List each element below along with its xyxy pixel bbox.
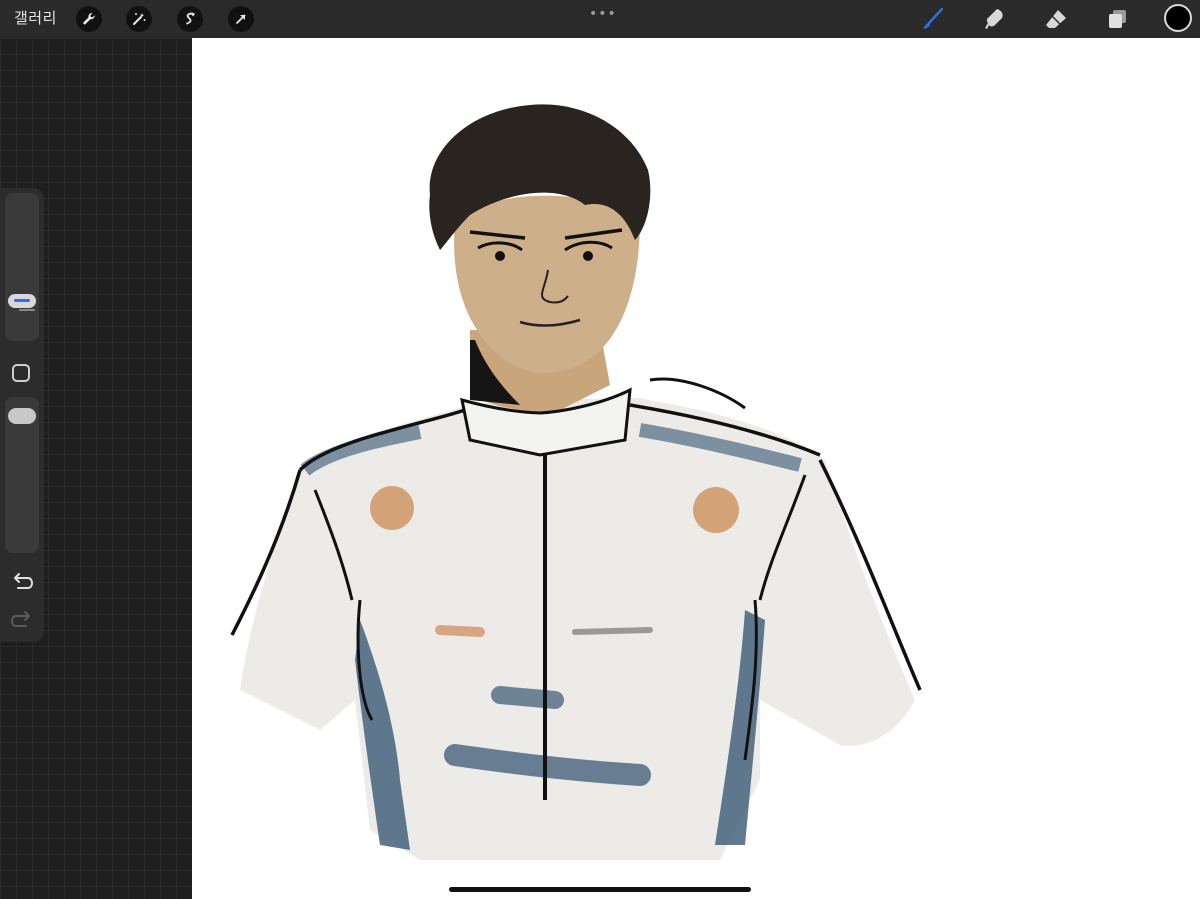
layers-icon[interactable]: [1102, 4, 1132, 34]
modify-button[interactable]: [12, 364, 30, 382]
opacity-slider[interactable]: [5, 397, 39, 553]
transform-arrow-icon[interactable]: [228, 6, 254, 32]
home-indicator[interactable]: [449, 887, 751, 892]
artwork-illustration: [230, 104, 922, 860]
brush-icon[interactable]: [918, 4, 948, 34]
magic-wand-icon[interactable]: [126, 6, 152, 32]
redo-icon[interactable]: [10, 610, 34, 632]
brush-size-slider[interactable]: [5, 193, 39, 341]
gallery-button[interactable]: 갤러리: [14, 8, 57, 28]
brush-size-thumb-shadow: [19, 309, 35, 311]
undo-icon[interactable]: [10, 572, 34, 594]
selection-icon[interactable]: [177, 6, 203, 32]
top-toolbar: 갤러리 •••: [0, 0, 1200, 38]
drawing-canvas[interactable]: [192, 38, 1200, 899]
wrench-icon[interactable]: [76, 6, 102, 32]
brush-size-thumb[interactable]: [8, 294, 36, 308]
more-options-icon[interactable]: •••: [589, 6, 617, 22]
smudge-icon[interactable]: [979, 4, 1009, 34]
color-picker-swatch[interactable]: [1164, 4, 1192, 32]
sidebar-panel: [0, 188, 44, 642]
eraser-icon[interactable]: [1041, 4, 1071, 34]
opacity-thumb[interactable]: [8, 408, 36, 424]
